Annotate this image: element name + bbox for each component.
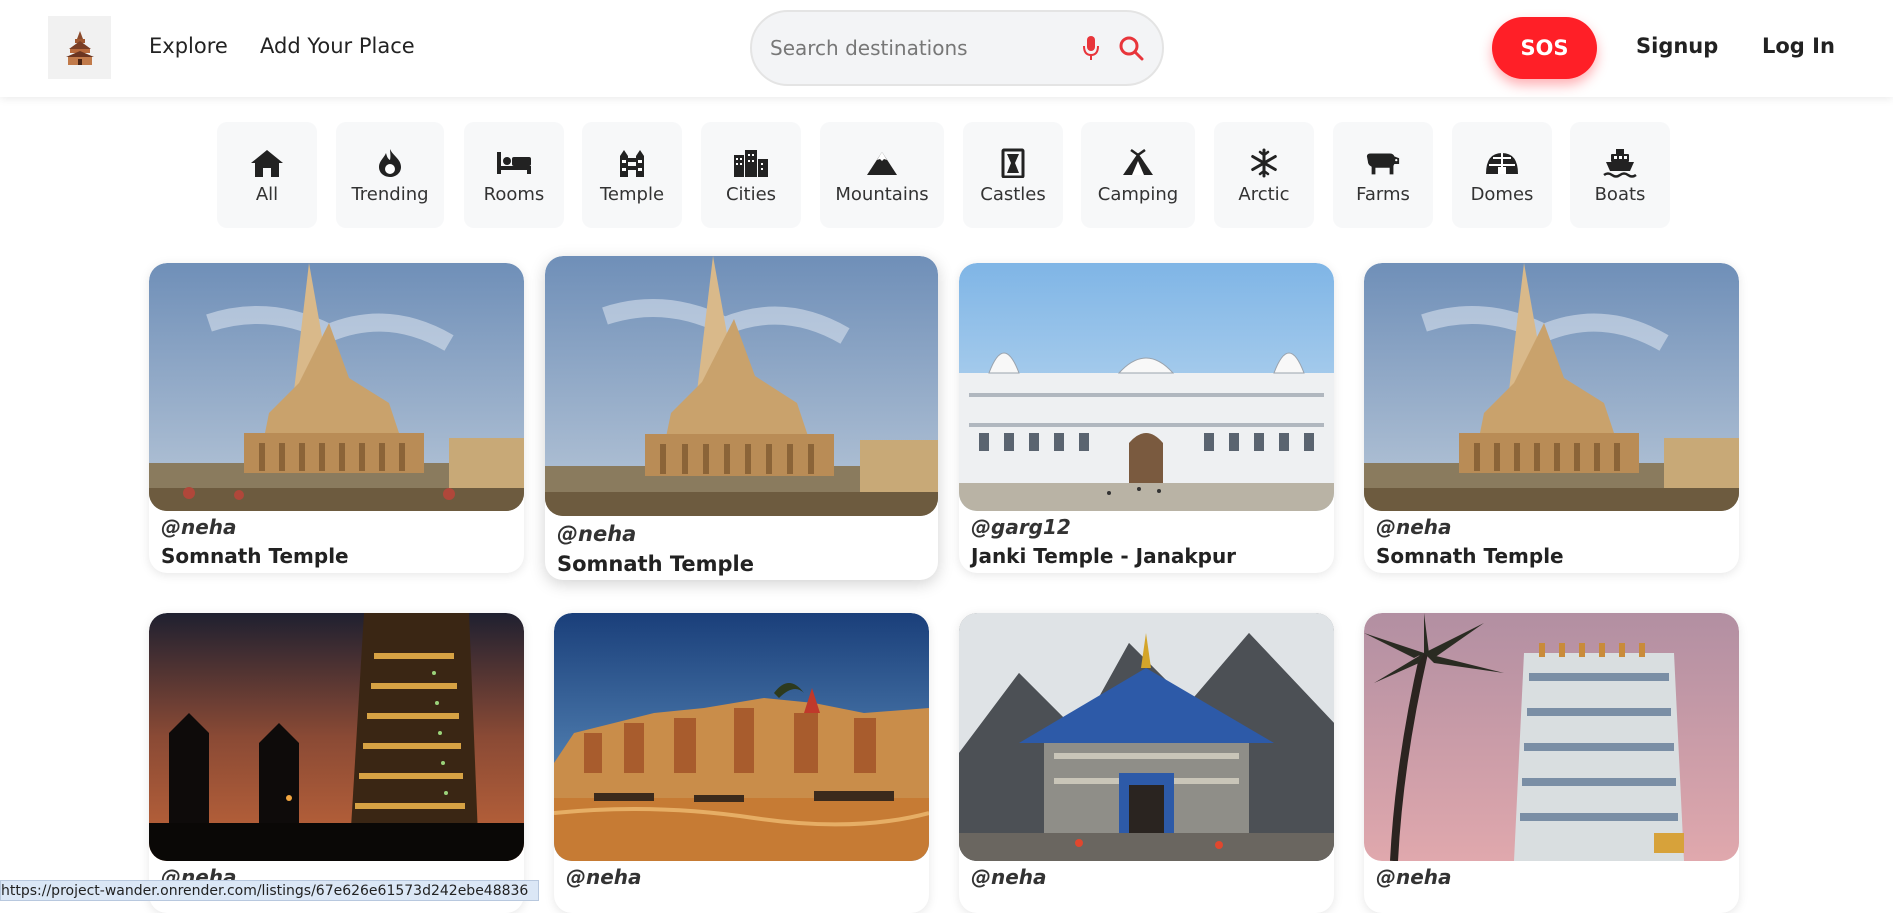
cow-icon bbox=[1365, 146, 1401, 180]
login-link[interactable]: Log In bbox=[1762, 34, 1835, 58]
category-camping[interactable]: Camping bbox=[1081, 122, 1195, 228]
category-trending[interactable]: Trending bbox=[336, 122, 444, 228]
logo[interactable] bbox=[48, 16, 111, 79]
category-cities[interactable]: Cities bbox=[701, 122, 801, 228]
category-label: Farms bbox=[1356, 183, 1410, 205]
listing-image[interactable] bbox=[959, 263, 1334, 511]
listing-image[interactable] bbox=[1364, 613, 1739, 861]
status-bar-url: https://project-wander.onrender.com/list… bbox=[0, 880, 540, 901]
nav-add-place-link[interactable]: Add Your Place bbox=[260, 34, 415, 58]
category-label: Temple bbox=[599, 183, 665, 205]
bed-icon bbox=[496, 146, 532, 180]
listing-owner: @neha bbox=[971, 865, 1047, 889]
dome-icon bbox=[1484, 146, 1520, 180]
home-icon bbox=[249, 146, 285, 180]
search-bar bbox=[750, 10, 1164, 86]
category-farms[interactable]: Farms bbox=[1333, 122, 1433, 228]
category-label: Cities bbox=[725, 183, 777, 205]
category-castles[interactable]: Castles bbox=[963, 122, 1063, 228]
search-input[interactable] bbox=[770, 36, 1066, 60]
mountain-icon bbox=[864, 146, 900, 180]
listing-card[interactable]: @neha bbox=[959, 613, 1334, 913]
listing-owner: @neha bbox=[1376, 515, 1452, 539]
category-label: Trending bbox=[351, 183, 429, 205]
listing-title: Somnath Temple bbox=[161, 544, 349, 568]
listing-card[interactable]: @neha Somnath Temple bbox=[1364, 263, 1739, 573]
microphone-icon[interactable] bbox=[1076, 33, 1106, 63]
snowflake-icon bbox=[1246, 146, 1282, 180]
listing-image[interactable] bbox=[1364, 263, 1739, 511]
category-label: Arctic bbox=[1238, 183, 1290, 205]
listing-card[interactable]: @garg12 Janki Temple - Janakpur bbox=[959, 263, 1334, 573]
nav-explore-link[interactable]: Explore bbox=[149, 34, 228, 58]
listing-image[interactable] bbox=[545, 256, 938, 516]
search-icon[interactable] bbox=[1116, 33, 1146, 63]
category-filters: All Trending Rooms Temple Cities Mountai… bbox=[0, 122, 1893, 228]
listing-image[interactable] bbox=[554, 613, 929, 861]
category-domes[interactable]: Domes bbox=[1452, 122, 1552, 228]
listing-owner: @neha bbox=[566, 865, 642, 889]
category-mountains[interactable]: Mountains bbox=[820, 122, 944, 228]
listing-owner: @neha bbox=[161, 515, 237, 539]
listing-card[interactable]: @neha bbox=[149, 613, 524, 913]
temple-icon bbox=[614, 146, 650, 180]
listing-owner: @neha bbox=[1376, 865, 1452, 889]
category-all[interactable]: All bbox=[217, 122, 317, 228]
temple-logo-icon bbox=[65, 30, 94, 65]
city-icon bbox=[733, 146, 769, 180]
listing-title: Somnath Temple bbox=[1376, 544, 1564, 568]
listing-owner: @garg12 bbox=[971, 515, 1071, 539]
fire-icon bbox=[372, 146, 408, 180]
category-label: Rooms bbox=[483, 183, 545, 205]
listing-card[interactable]: @neha Somnath Temple bbox=[545, 256, 938, 580]
listing-title: Janki Temple - Janakpur bbox=[971, 544, 1237, 568]
listing-image[interactable] bbox=[149, 263, 524, 511]
category-label: Castles bbox=[980, 183, 1046, 205]
listing-card[interactable]: @neha bbox=[554, 613, 929, 913]
ship-icon bbox=[1602, 146, 1638, 180]
category-arctic[interactable]: Arctic bbox=[1214, 122, 1314, 228]
listing-image[interactable] bbox=[149, 613, 524, 861]
category-temple[interactable]: Temple bbox=[582, 122, 682, 228]
category-label: Camping bbox=[1097, 183, 1179, 205]
navbar: Explore Add Your Place SOS Signup Log In bbox=[0, 0, 1893, 97]
listing-title: Somnath Temple bbox=[557, 552, 754, 576]
listing-image[interactable] bbox=[959, 613, 1334, 861]
category-rooms[interactable]: Rooms bbox=[464, 122, 564, 228]
listing-card[interactable]: @neha Somnath Temple bbox=[149, 263, 524, 573]
category-label: All bbox=[255, 183, 279, 205]
category-label: Boats bbox=[1594, 183, 1646, 205]
category-label: Domes bbox=[1470, 183, 1534, 205]
castle-icon bbox=[995, 146, 1031, 180]
signup-link[interactable]: Signup bbox=[1636, 34, 1718, 58]
tent-icon bbox=[1120, 146, 1156, 180]
listing-owner: @neha bbox=[557, 522, 637, 546]
category-label: Mountains bbox=[835, 183, 929, 205]
sos-button[interactable]: SOS bbox=[1492, 17, 1597, 79]
category-boats[interactable]: Boats bbox=[1570, 122, 1670, 228]
listing-card[interactable]: @neha bbox=[1364, 613, 1739, 913]
